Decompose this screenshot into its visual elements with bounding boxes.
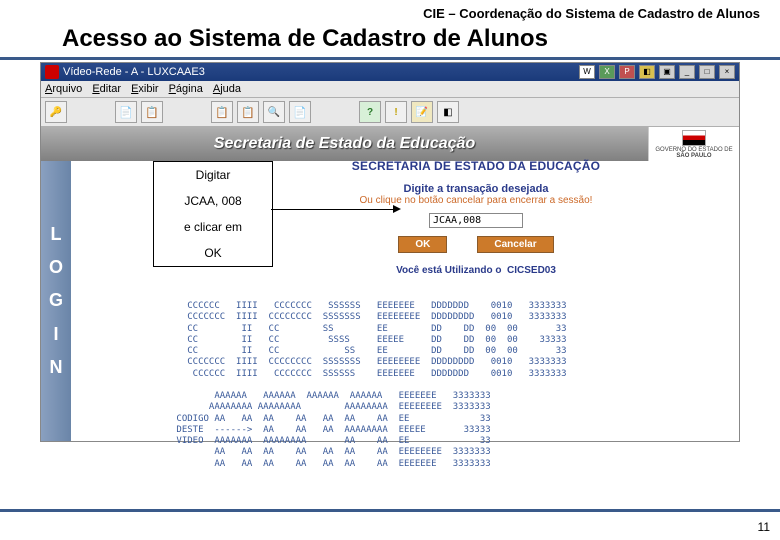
app-icon <box>45 65 59 79</box>
tool-paste2-icon[interactable] <box>237 101 259 123</box>
callout-l3: e clicar em <box>154 214 272 240</box>
callout-l2: JCAA, 008 <box>154 188 272 214</box>
menu-arquivo[interactable]: Arquivo <box>45 83 82 95</box>
dialog-prompt2: Ou clique no botão cancelar para encerra… <box>301 195 651 206</box>
excel-icon[interactable]: X <box>599 65 615 79</box>
login-o: O <box>49 256 63 279</box>
tool-page-icon[interactable] <box>289 101 311 123</box>
login-i: I <box>53 323 58 346</box>
toolbar: 🔑 📝 ◧ <box>41 98 739 127</box>
menubar: Arquivo Editar Exibir Página Ajuda <box>41 81 739 98</box>
menu-pagina[interactable]: Página <box>169 83 203 95</box>
title-rule <box>0 57 780 60</box>
login-strip: L O G I N <box>41 161 71 441</box>
org-label: CIE – Coordenação do Sistema de Cadastro… <box>0 0 780 23</box>
transaction-input[interactable] <box>429 213 523 228</box>
status-line: Você está Utilizando o CICSED03 <box>301 265 651 276</box>
banner-text: Secretaria de Estado da Educação <box>41 127 648 161</box>
content-area: L O G I N Digitar JCAA, 008 e clicar em … <box>41 161 739 441</box>
minimize-button[interactable]: _ <box>679 65 695 79</box>
close-button[interactable]: × <box>719 65 735 79</box>
ascii-art: CCCCCC IIII CCCCCCC SSSSSS EEEEEEE DDDDD… <box>171 301 567 470</box>
window-title: Vídeo-Rede - A - LUXCAAE3 <box>63 66 205 78</box>
dialog-heading: SECRETARIA DE ESTADO DA EDUCAÇÃO <box>301 159 651 173</box>
tool-doc-icon[interactable] <box>115 101 137 123</box>
banner: Secretaria de Estado da Educação GOVERNO… <box>41 127 739 161</box>
tool-paste1-icon[interactable] <box>211 101 233 123</box>
instruction-callout: Digitar JCAA, 008 e clicar em OK <box>153 161 273 267</box>
gov-logo: GOVERNO DO ESTADO DE SÃO PAULO <box>648 127 739 161</box>
app-window: Vídeo-Rede - A - LUXCAAE3 W X P ◧ ▣ _ □ … <box>40 62 740 442</box>
page-title: Acesso ao Sistema de Cadastro de Alunos <box>0 23 780 57</box>
transaction-dialog: SECRETARIA DE ESTADO DA EDUCAÇÃO Digite … <box>301 159 651 276</box>
tool-search-icon[interactable] <box>263 101 285 123</box>
gov-line2: SÃO PAULO <box>676 153 711 159</box>
tool-key-icon[interactable]: 🔑 <box>45 101 67 123</box>
word-icon[interactable]: W <box>579 65 595 79</box>
login-l: L <box>51 223 62 246</box>
status-prefix: Você está Utilizando o <box>396 265 501 276</box>
ppt-icon[interactable]: P <box>619 65 635 79</box>
menu-ajuda[interactable]: Ajuda <box>213 83 241 95</box>
tool-note-icon[interactable]: 📝 <box>411 101 433 123</box>
main-panel: Digitar JCAA, 008 e clicar em OK SECRETA… <box>71 161 739 441</box>
sp-flag-icon <box>682 130 706 146</box>
login-n: N <box>50 356 63 379</box>
misc-icon[interactable]: ◧ <box>639 65 655 79</box>
status-host: CICSED03 <box>507 265 556 276</box>
cancel-button[interactable]: Cancelar <box>477 236 553 253</box>
ok-button[interactable]: OK <box>398 236 447 253</box>
tool-misc-icon[interactable]: ◧ <box>437 101 459 123</box>
tool-copy-icon[interactable] <box>141 101 163 123</box>
menu-exibir[interactable]: Exibir <box>131 83 159 95</box>
titlebar: Vídeo-Rede - A - LUXCAAE3 W X P ◧ ▣ _ □ … <box>41 63 739 81</box>
slide-number: 11 <box>758 520 770 534</box>
maximize-button[interactable]: □ <box>699 65 715 79</box>
tool-help-icon[interactable] <box>359 101 381 123</box>
generic-icon[interactable]: ▣ <box>659 65 675 79</box>
tool-alert-icon[interactable] <box>385 101 407 123</box>
dialog-prompt1: Digite a transação desejada <box>301 183 651 195</box>
callout-l4: OK <box>154 240 272 266</box>
bottom-rule <box>0 509 780 512</box>
callout-l1: Digitar <box>154 162 272 188</box>
menu-editar[interactable]: Editar <box>92 83 121 95</box>
login-g: G <box>49 289 63 312</box>
